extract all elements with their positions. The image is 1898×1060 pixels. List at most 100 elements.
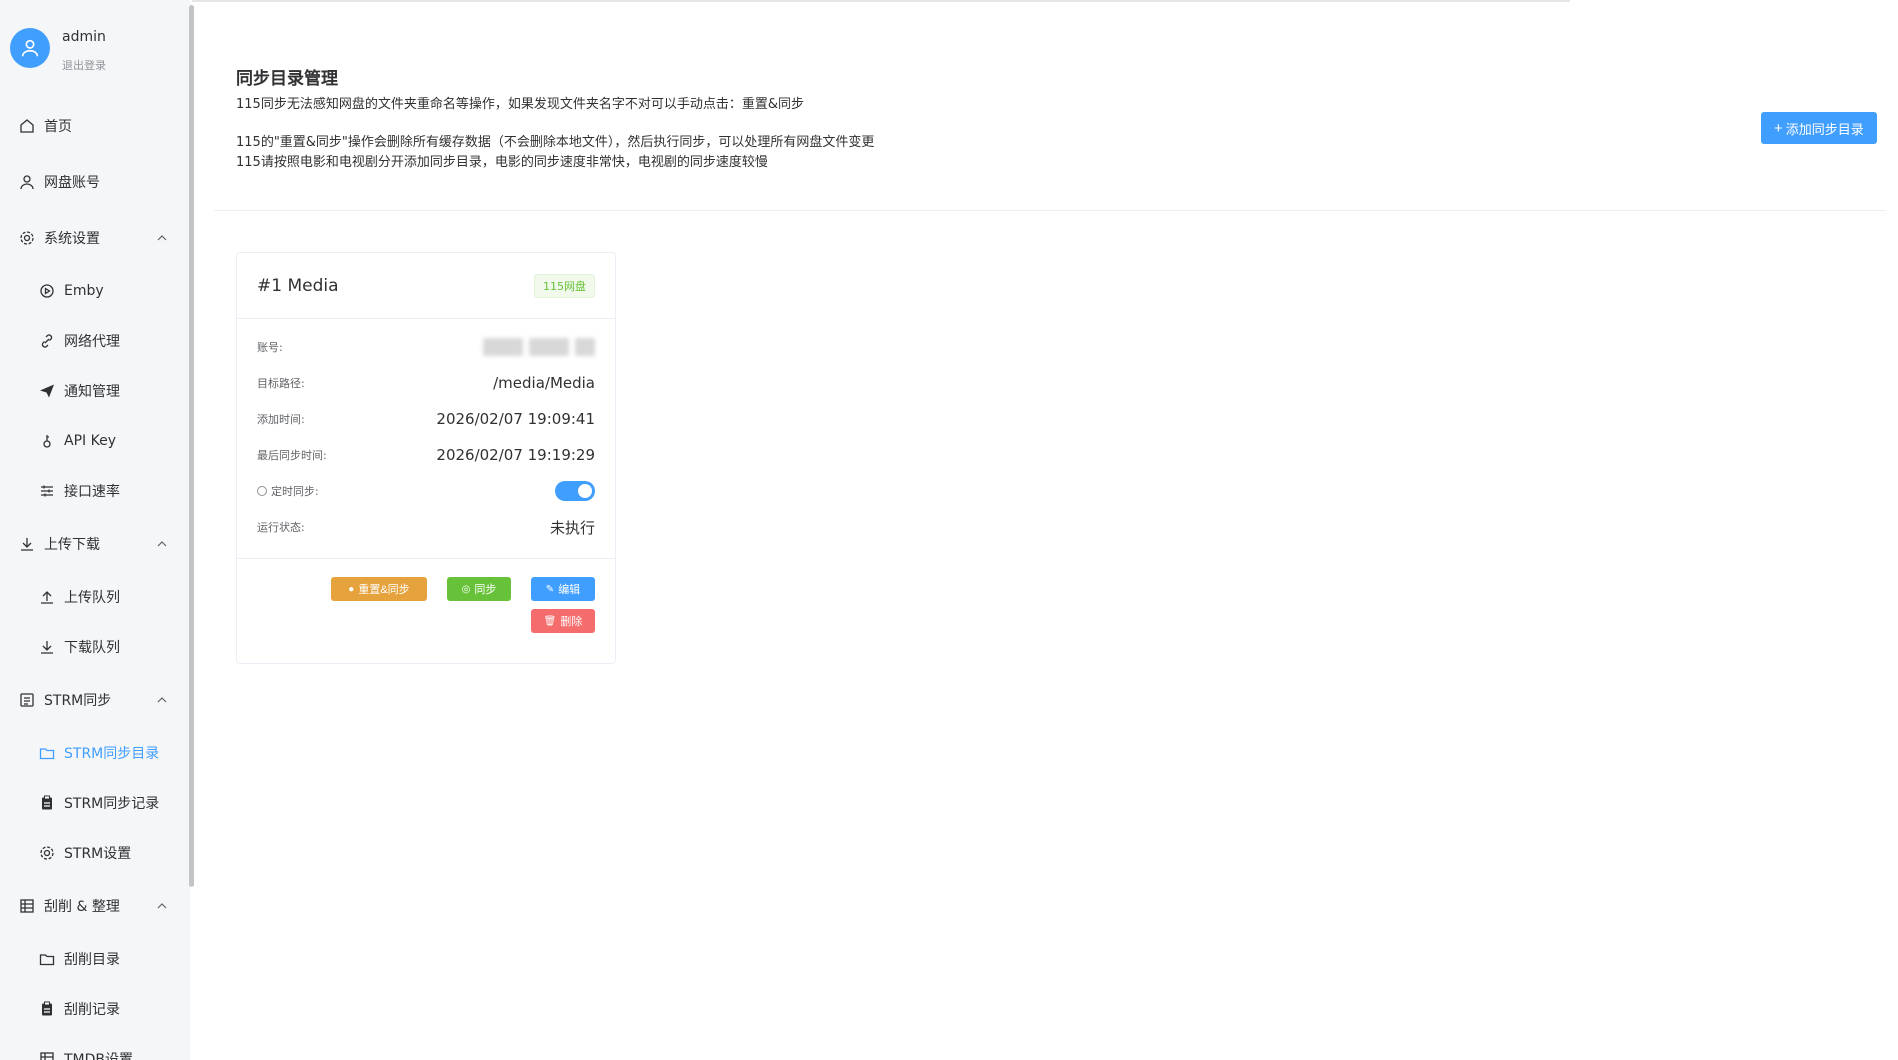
sidebar-item-scrape-organize[interactable]: 刮削 & 整理 [0, 878, 190, 934]
chevron-up-icon [157, 541, 167, 547]
path-row: 目标路径: /media/Media [257, 365, 595, 401]
sidebar-item-label: 下载队列 [64, 640, 120, 656]
sidebar-item-label: 刮削 & 整理 [44, 899, 120, 915]
card-header: #1 Media 115网盘 [237, 253, 615, 319]
account-label: 账号: [257, 341, 283, 354]
sidebar-item-download-queue[interactable]: 下载队列 [0, 622, 190, 672]
clipboard-icon [38, 1000, 56, 1018]
page-title: 同步目录管理 [236, 69, 338, 89]
sidebar-item-rate-limit[interactable]: 接口速率 [0, 466, 190, 516]
chevron-up-icon [157, 697, 167, 703]
sidebar-item-label: STRM同步目录 [64, 746, 160, 762]
sidebar-item-tmdb-settings[interactable]: TMDB设置 [0, 1034, 190, 1060]
document-icon [18, 691, 36, 709]
sidebar-item-label: 刮削目录 [64, 952, 120, 968]
sidebar-item-label: STRM同步 [44, 693, 112, 709]
folder-icon [38, 744, 56, 762]
sidebar-item-label: 接口速率 [64, 484, 120, 500]
sidebar-menu: 首页 网盘账号 系统设置 Emby 网络代理 通知管理 API Key 接口速率… [0, 98, 190, 1060]
sidebar-item-label: 通知管理 [64, 384, 120, 400]
plus-icon: + [1774, 119, 1783, 137]
send-icon [38, 382, 56, 400]
sidebar-item-scrape-records[interactable]: 刮削记录 [0, 984, 190, 1034]
card-actions: ● 重置&同步 ◎ 同步 ✎ 编辑 🗑 删除 [237, 559, 615, 663]
key-icon [38, 432, 56, 450]
last-sync-value: 2026/02/07 19:19:29 [436, 446, 595, 464]
play-circle-icon [38, 282, 56, 300]
sync-dir-card: #1 Media 115网盘 账号: 目标路径: /media/Media 添加… [236, 252, 616, 664]
sidebar: admin 退出登录 首页 网盘账号 系统设置 Emby 网络代理 通知管理 A… [0, 0, 190, 1060]
sidebar-item-label: API Key [64, 433, 116, 449]
sidebar-item-strm-sync-records[interactable]: STRM同步记录 [0, 778, 190, 828]
edit-icon: ✎ [545, 583, 555, 595]
path-label: 目标路径: [257, 377, 305, 390]
gear-icon [18, 229, 36, 247]
download-icon [18, 535, 36, 553]
account-value-redacted [483, 338, 595, 356]
description-line-1: 115同步无法感知网盘的文件夹重命名等操作，如果发现文件夹名字不对可以手动点击：… [236, 97, 804, 112]
user-avatar-icon [21, 39, 39, 57]
sidebar-item-label: Emby [64, 283, 104, 299]
chevron-up-icon [157, 235, 167, 241]
logout-link[interactable]: 退出登录 [62, 57, 106, 73]
reset-sync-button[interactable]: ● 重置&同步 [331, 577, 427, 601]
sidebar-item-label: 刮削记录 [64, 1002, 120, 1018]
edit-button[interactable]: ✎ 编辑 [531, 577, 595, 601]
clipboard-icon [38, 794, 56, 812]
description-line-2: 115的"重置&同步"操作会删除所有缓存数据（不会删除本地文件），然后执行同步，… [236, 135, 875, 150]
sidebar-item-label: 首页 [44, 119, 72, 135]
added-row: 添加时间: 2026/02/07 19:09:41 [257, 401, 595, 437]
last-sync-row: 最后同步时间: 2026/02/07 19:19:29 [257, 437, 595, 473]
scheduled-row: 定时同步: [257, 473, 595, 509]
sidebar-scrollbar[interactable] [189, 5, 194, 887]
description-line-3: 115请按照电影和电视剧分开添加同步目录，电影的同步速度非常快，电视剧的同步速度… [236, 155, 768, 170]
added-value: 2026/02/07 19:09:41 [436, 410, 595, 428]
grid-icon [38, 1050, 56, 1060]
sidebar-item-label: 网盘账号 [44, 175, 100, 191]
home-icon [18, 117, 36, 135]
status-value: 未执行 [549, 518, 595, 537]
sidebar-item-home[interactable]: 首页 [0, 98, 190, 154]
avatar[interactable] [10, 28, 50, 68]
sidebar-item-strm-sync[interactable]: STRM同步 [0, 672, 190, 728]
sidebar-item-cloud-accounts[interactable]: 网盘账号 [0, 154, 190, 210]
scheduled-label: 定时同步: [271, 485, 319, 498]
cloud-tag: 115网盘 [534, 273, 595, 298]
sidebar-item-notifications[interactable]: 通知管理 [0, 366, 190, 416]
sidebar-item-label: 上传下载 [44, 537, 100, 553]
delete-button[interactable]: 🗑 删除 [531, 609, 595, 633]
status-row: 运行状态: 未执行 [257, 509, 595, 545]
header-divider [214, 210, 1886, 211]
sidebar-item-strm-settings[interactable]: STRM设置 [0, 828, 190, 878]
sidebar-item-scrape-dirs[interactable]: 刮削目录 [0, 934, 190, 984]
clock-icon [257, 486, 267, 496]
path-value: /media/Media [493, 374, 595, 392]
sidebar-item-proxy[interactable]: 网络代理 [0, 316, 190, 366]
add-sync-dir-label: 添加同步目录 [1785, 121, 1864, 137]
folder-icon [38, 950, 56, 968]
sidebar-item-strm-sync-dirs[interactable]: STRM同步目录 [0, 728, 190, 778]
sliders-icon [38, 482, 56, 500]
scheduled-sync-toggle[interactable] [555, 481, 595, 501]
last-sync-label: 最后同步时间: [257, 449, 327, 462]
sidebar-item-system-settings[interactable]: 系统设置 [0, 210, 190, 266]
gear-icon [38, 844, 56, 862]
sidebar-item-upload-download[interactable]: 上传下载 [0, 516, 190, 572]
account-row: 账号: [257, 329, 595, 365]
sidebar-item-label: 上传队列 [64, 590, 120, 606]
sidebar-item-label: STRM同步记录 [64, 796, 160, 812]
trash-icon: 🗑 [543, 615, 557, 627]
add-sync-dir-button[interactable]: + 添加同步目录 [1761, 112, 1877, 144]
added-label: 添加时间: [257, 413, 305, 426]
top-progress-line [192, 0, 1570, 2]
sidebar-item-label: STRM设置 [64, 846, 132, 862]
upload-icon [38, 588, 56, 606]
sync-button[interactable]: ◎ 同步 [447, 577, 511, 601]
sidebar-item-api-key[interactable]: API Key [0, 416, 190, 466]
grid-icon [18, 897, 36, 915]
status-label: 运行状态: [257, 521, 305, 534]
alert-icon: ● [348, 583, 355, 595]
sidebar-item-label: TMDB设置 [64, 1052, 134, 1060]
sidebar-item-upload-queue[interactable]: 上传队列 [0, 572, 190, 622]
sidebar-item-emby[interactable]: Emby [0, 266, 190, 316]
